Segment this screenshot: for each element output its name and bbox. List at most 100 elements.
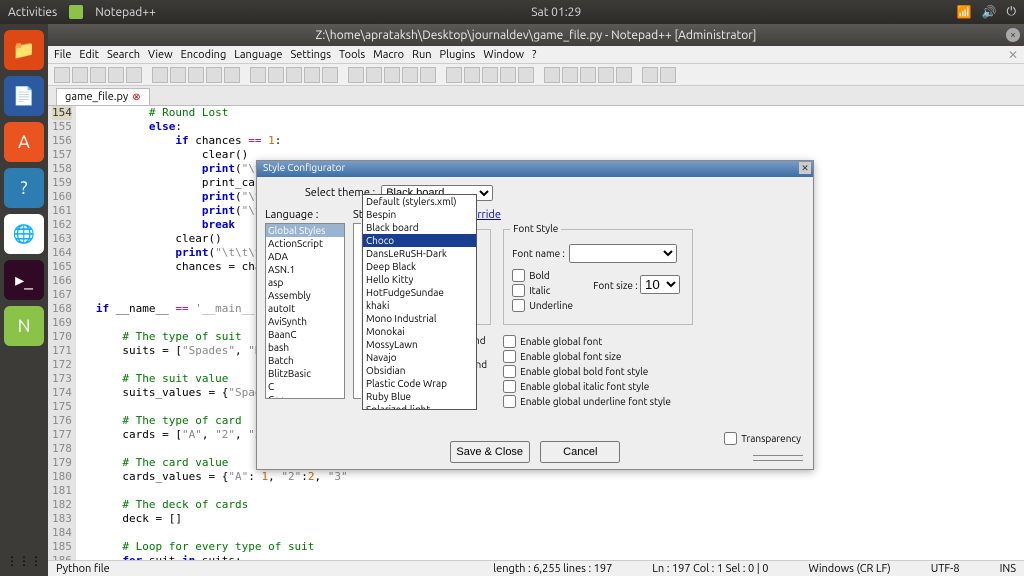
chrome-app-icon[interactable]: 🌐 [4, 214, 44, 254]
toolbar-button-14[interactable] [322, 67, 338, 83]
language-item[interactable]: ActionScript [266, 237, 344, 250]
global-bold-checkbox[interactable] [503, 365, 516, 378]
toolbar-button-25[interactable] [544, 67, 560, 83]
tab-gamefile[interactable]: game_file.py ⊗ [56, 88, 150, 105]
toolbar-button-15[interactable] [348, 67, 364, 83]
theme-option[interactable]: Hello Kitty [363, 273, 476, 286]
terminal-app-icon[interactable]: ▸_ [4, 260, 44, 300]
theme-option[interactable]: Choco [363, 234, 476, 247]
toolbar-button-24[interactable] [518, 67, 534, 83]
font-name-select[interactable] [569, 244, 677, 263]
writer-app-icon[interactable]: 📄 [4, 76, 44, 116]
menu-help[interactable]: ? [532, 49, 536, 61]
volume-icon[interactable]: 🔊 [982, 5, 997, 19]
toolbar-button-26[interactable] [562, 67, 578, 83]
toolbar-button-11[interactable] [268, 67, 284, 83]
language-item[interactable]: C [266, 380, 344, 393]
theme-option[interactable]: Obsidian [363, 364, 476, 377]
toolbar-button-21[interactable] [464, 67, 480, 83]
language-item[interactable]: asp [266, 276, 344, 289]
window-close-button[interactable]: × [1006, 28, 1020, 42]
theme-option[interactable]: Default (stylers.xml) [363, 195, 476, 208]
toolbar-button-7[interactable] [188, 67, 204, 83]
style-list[interactable] [353, 223, 361, 399]
toolbar-button-23[interactable] [500, 67, 516, 83]
language-item[interactable]: ASN.1 [266, 263, 344, 276]
toolbar-button-9[interactable] [224, 67, 240, 83]
global-underline-checkbox[interactable] [503, 395, 516, 408]
menu-edit[interactable]: Edit [79, 49, 99, 61]
language-item[interactable]: ADA [266, 250, 344, 263]
bold-checkbox[interactable] [512, 269, 525, 282]
toolbar-button-13[interactable] [304, 67, 320, 83]
toolbar-button-18[interactable] [402, 67, 418, 83]
menu-search[interactable]: Search [107, 49, 140, 61]
toolbar-button-10[interactable] [250, 67, 266, 83]
toolbar-button-27[interactable] [580, 67, 596, 83]
menu-view[interactable]: View [148, 49, 173, 61]
global-italic-checkbox[interactable] [503, 380, 516, 393]
language-item[interactable]: autoIt [266, 302, 344, 315]
activities-button[interactable]: Activities [8, 6, 57, 19]
menu-window[interactable]: Window [483, 49, 524, 61]
theme-option[interactable]: Solarized-light [363, 403, 476, 410]
menu-file[interactable]: File [54, 49, 71, 61]
power-icon[interactable]: ⏻ [1007, 5, 1017, 19]
toolbar-button-3[interactable] [108, 67, 124, 83]
menu-plugins[interactable]: Plugins [440, 49, 476, 61]
menu-settings[interactable]: Settings [291, 49, 332, 61]
language-list[interactable]: Global StylesActionScriptADAASN.1aspAsse… [265, 223, 345, 399]
software-app-icon[interactable]: A [4, 122, 44, 162]
language-item[interactable]: Global Styles [266, 224, 344, 237]
font-size-select[interactable]: 10 [640, 275, 680, 294]
theme-option[interactable]: HotFudgeSundae [363, 286, 476, 299]
toolbar-button-22[interactable] [482, 67, 498, 83]
theme-option[interactable]: Ruby Blue [363, 390, 476, 403]
language-item[interactable]: AviSynth [266, 315, 344, 328]
menu-encoding[interactable]: Encoding [181, 49, 227, 61]
underline-checkbox[interactable] [512, 299, 525, 312]
theme-option[interactable]: MossyLawn [363, 338, 476, 351]
theme-option[interactable]: Black board [363, 221, 476, 234]
apps-grid-icon[interactable]: ⋮⋮⋮ [0, 554, 48, 568]
theme-option[interactable]: khaki [363, 299, 476, 312]
toolbar-button-30[interactable] [642, 67, 658, 83]
global-size-checkbox[interactable] [503, 350, 516, 363]
language-item[interactable]: C++ [266, 393, 344, 399]
help-app-icon[interactable]: ? [4, 168, 44, 208]
toolbar-button-8[interactable] [206, 67, 222, 83]
theme-option[interactable]: Mono Industrial [363, 312, 476, 325]
language-item[interactable]: BaanC [266, 328, 344, 341]
italic-checkbox[interactable] [512, 284, 525, 297]
language-item[interactable]: Batch [266, 354, 344, 367]
menu-macro[interactable]: Macro [373, 49, 404, 61]
dialog-close-button[interactable]: ✕ [799, 162, 811, 174]
menu-tools[interactable]: Tools [339, 49, 365, 61]
language-item[interactable]: Assembly [266, 289, 344, 302]
toolbar-button-28[interactable] [598, 67, 614, 83]
global-font-checkbox[interactable] [503, 335, 516, 348]
toolbar-button-17[interactable] [384, 67, 400, 83]
menu-language[interactable]: Language [234, 49, 282, 61]
toolbar-button-0[interactable] [54, 67, 70, 83]
theme-option[interactable]: Navajo [363, 351, 476, 364]
toolbar-button-19[interactable] [420, 67, 436, 83]
save-close-button[interactable]: Save & Close [450, 441, 530, 463]
toolbar-button-1[interactable] [72, 67, 88, 83]
theme-option[interactable]: Plastic Code Wrap [363, 377, 476, 390]
tab-close-icon[interactable]: ⊗ [132, 91, 140, 103]
toolbar-button-31[interactable] [660, 67, 676, 83]
toolbar-button-12[interactable] [286, 67, 302, 83]
toolbar-button-2[interactable] [90, 67, 106, 83]
theme-option[interactable]: DansLeRuSH-Dark [363, 247, 476, 260]
cancel-button[interactable]: Cancel [540, 441, 620, 463]
network-icon[interactable]: 📶 [957, 5, 972, 19]
toolbar-button-20[interactable] [446, 67, 462, 83]
menu-run[interactable]: Run [412, 49, 431, 61]
toolbar-button-5[interactable] [152, 67, 168, 83]
toolbar-button-6[interactable] [170, 67, 186, 83]
language-item[interactable]: bash [266, 341, 344, 354]
toolbar-button-4[interactable] [126, 67, 142, 83]
files-app-icon[interactable]: 📁 [4, 30, 44, 70]
toolbar-button-16[interactable] [366, 67, 382, 83]
